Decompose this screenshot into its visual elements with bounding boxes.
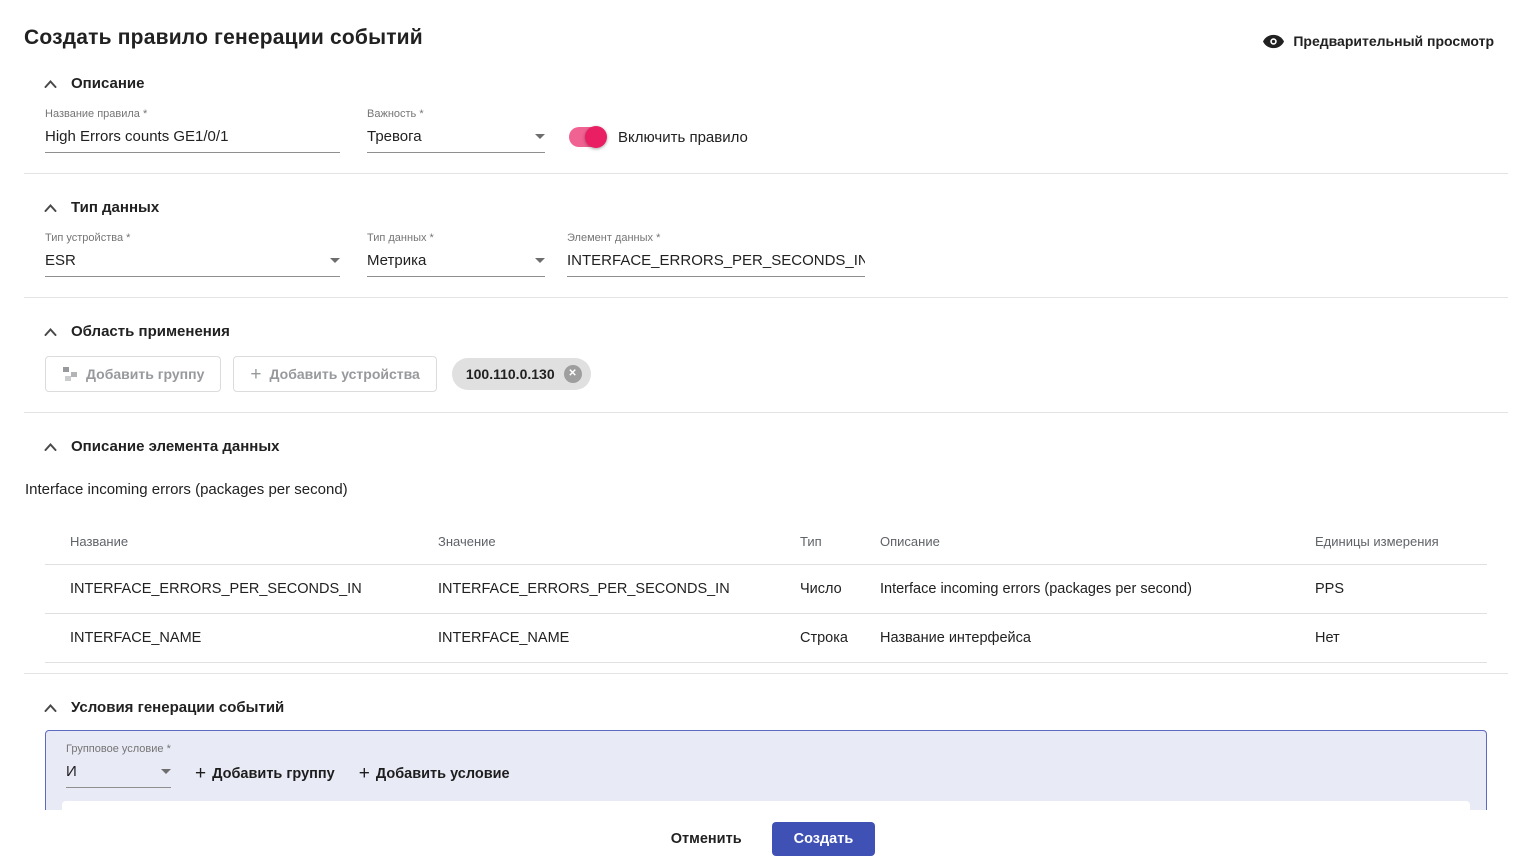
- collapse-icon[interactable]: [44, 443, 57, 451]
- add-group-label: Добавить группу: [86, 366, 204, 382]
- col-header-value: Значение: [438, 520, 800, 565]
- group-icon: [62, 366, 78, 382]
- data-element-label: Элемент данных *: [567, 232, 865, 244]
- cell-type: Число: [800, 565, 880, 614]
- condition-controls: И + Добавить группу + Добавить условие: [66, 763, 1470, 788]
- section-description: Описание Название правила * Важность * Т…: [0, 50, 1532, 153]
- plus-icon: +: [195, 764, 206, 783]
- add-condition-group-button[interactable]: + Добавить группу: [195, 764, 335, 788]
- add-condition-button[interactable]: + Добавить условие: [359, 764, 510, 788]
- col-header-description: Описание: [880, 520, 1315, 565]
- device-type-label: Тип устройства *: [45, 232, 340, 244]
- data-type-select[interactable]: Тип данных * Метрика: [367, 232, 545, 277]
- collapse-icon[interactable]: [44, 704, 57, 712]
- section-description-header: Описание: [44, 50, 1508, 92]
- col-header-name: Название: [45, 520, 438, 565]
- element-summary: Interface incoming errors (packages per …: [25, 481, 1508, 498]
- section-data-type-header: Тип данных: [44, 174, 1508, 216]
- create-button[interactable]: Создать: [772, 822, 876, 856]
- chevron-down-icon: [535, 134, 545, 139]
- collapse-icon[interactable]: [44, 80, 57, 88]
- topbar: Создать правило генерации событий Предва…: [0, 0, 1532, 50]
- data-element-table: Название Значение Тип Описание Единицы и…: [45, 520, 1487, 663]
- footer-actions: Отменить Создать: [0, 810, 1532, 868]
- section-data-type: Тип данных Тип устройства * ESR Тип данн…: [0, 174, 1532, 277]
- group-condition-label: Групповое условие *: [66, 743, 1470, 755]
- enable-rule-toggle[interactable]: Включить правило: [569, 127, 748, 153]
- enable-rule-label: Включить правило: [618, 129, 748, 146]
- cell-name: INTERFACE_NAME: [45, 614, 438, 663]
- section-scope-header: Область применения: [44, 298, 1508, 340]
- severity-value: Тревога: [367, 128, 422, 145]
- col-header-units: Единицы измерения: [1315, 520, 1487, 565]
- device-chip-label: 100.110.0.130: [466, 366, 555, 382]
- add-condition-label: Добавить условие: [376, 766, 510, 782]
- col-header-type: Тип: [800, 520, 880, 565]
- device-chip[interactable]: 100.110.0.130 ✕: [452, 358, 591, 390]
- section-scope-title: Область применения: [71, 323, 230, 340]
- data-element-field[interactable]: Элемент данных *: [567, 232, 865, 277]
- plus-icon: +: [359, 764, 370, 783]
- collapse-icon[interactable]: [44, 328, 57, 336]
- cell-description: Interface incoming errors (packages per …: [880, 565, 1315, 614]
- rule-name-label: Название правила *: [45, 108, 340, 120]
- add-group-button[interactable]: Добавить группу: [45, 356, 221, 392]
- section-description-title: Описание: [71, 75, 144, 92]
- table-row: INTERFACE_NAME INTERFACE_NAME Строка Наз…: [45, 614, 1487, 663]
- chip-close-icon[interactable]: ✕: [564, 365, 582, 383]
- data-type-label: Тип данных *: [367, 232, 545, 244]
- table-header-row: Название Значение Тип Описание Единицы и…: [45, 520, 1487, 565]
- add-devices-button[interactable]: + Добавить устройства: [233, 356, 436, 392]
- description-fields: Название правила * Важность * Тревога Вк…: [45, 108, 1508, 153]
- section-element-description-title: Описание элемента данных: [71, 438, 279, 455]
- data-type-fields: Тип устройства * ESR Тип данных * Метрик…: [45, 232, 1508, 277]
- collapse-icon[interactable]: [44, 204, 57, 212]
- plus-icon: +: [250, 365, 261, 384]
- section-conditions-title: Условия генерации событий: [71, 699, 284, 716]
- cell-value: INTERFACE_NAME: [438, 614, 800, 663]
- add-devices-label: Добавить устройства: [270, 366, 420, 382]
- rule-name-input[interactable]: [45, 128, 340, 153]
- device-type-value: ESR: [45, 252, 76, 269]
- chevron-down-icon: [535, 258, 545, 263]
- group-condition-select[interactable]: И: [66, 763, 171, 788]
- rule-name-field[interactable]: Название правила *: [45, 108, 340, 153]
- page-title: Создать правило генерации событий: [24, 26, 423, 50]
- cancel-button[interactable]: Отменить: [657, 822, 756, 856]
- section-data-type-title: Тип данных: [71, 199, 159, 216]
- section-element-description-header: Описание элемента данных: [44, 413, 1508, 455]
- cell-units: Нет: [1315, 614, 1487, 663]
- cell-type: Строка: [800, 614, 880, 663]
- cell-name: INTERFACE_ERRORS_PER_SECONDS_IN: [45, 565, 438, 614]
- add-condition-group-label: Добавить группу: [212, 766, 335, 782]
- section-element-description: Описание элемента данных Interface incom…: [0, 413, 1532, 663]
- preview-button[interactable]: Предварительный просмотр: [1263, 26, 1494, 49]
- data-type-value: Метрика: [367, 252, 426, 269]
- preview-label: Предварительный просмотр: [1293, 33, 1494, 49]
- data-element-input[interactable]: [567, 252, 865, 277]
- device-type-select[interactable]: Тип устройства * ESR: [45, 232, 340, 277]
- severity-select[interactable]: Важность * Тревога: [367, 108, 545, 153]
- group-condition-value: И: [66, 763, 77, 780]
- section-conditions-header: Условия генерации событий: [44, 674, 1508, 716]
- table-row: INTERFACE_ERRORS_PER_SECONDS_IN INTERFAC…: [45, 565, 1487, 614]
- section-scope: Область применения Добавить группу + Доб…: [0, 298, 1532, 392]
- eye-icon: [1263, 34, 1284, 49]
- cell-units: PPS: [1315, 565, 1487, 614]
- toggle-switch-icon[interactable]: [569, 127, 605, 147]
- severity-label: Важность *: [367, 108, 545, 120]
- create-rule-page: Создать правило генерации событий Предва…: [0, 0, 1532, 868]
- cell-value: INTERFACE_ERRORS_PER_SECONDS_IN: [438, 565, 800, 614]
- chevron-down-icon: [161, 769, 171, 774]
- scope-controls: Добавить группу + Добавить устройства 10…: [45, 356, 1508, 392]
- chevron-down-icon: [330, 258, 340, 263]
- cell-description: Название интерфейса: [880, 614, 1315, 663]
